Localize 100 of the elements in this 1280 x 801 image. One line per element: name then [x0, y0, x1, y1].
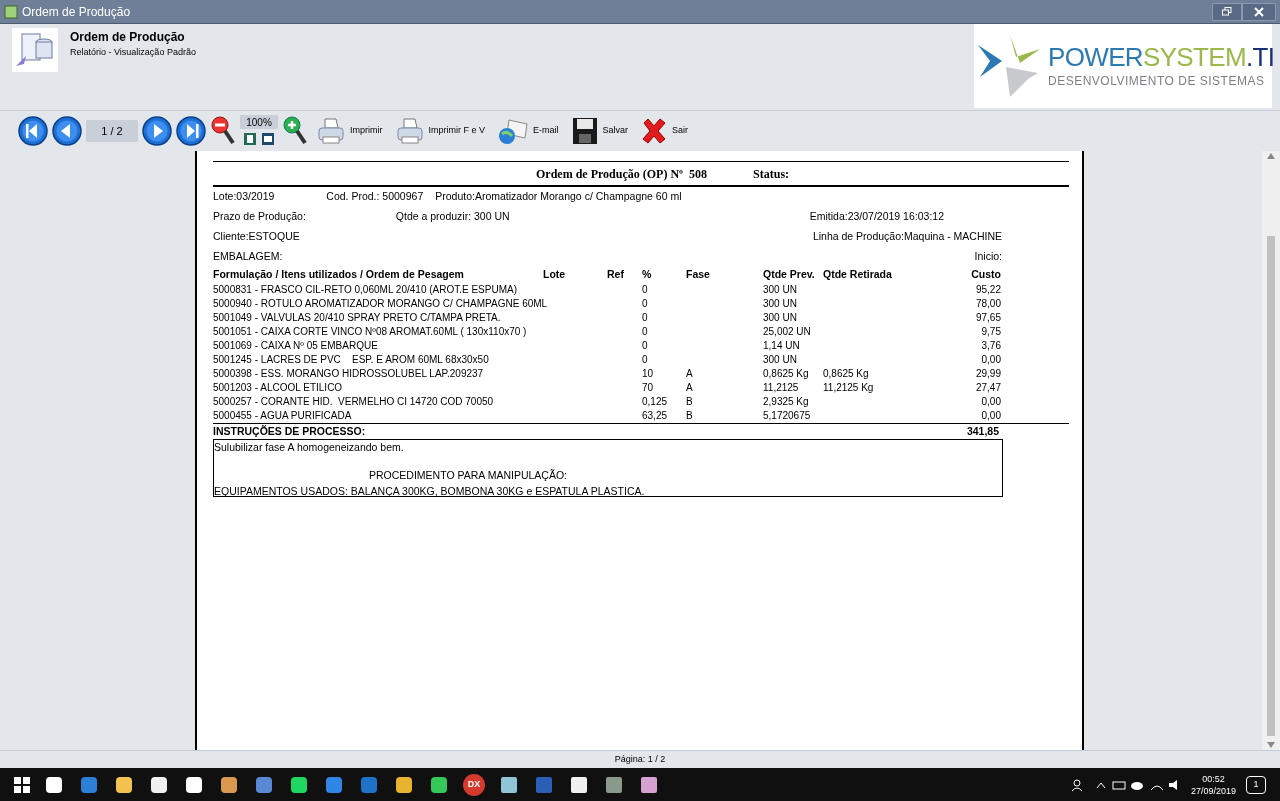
taskbar-app-icon[interactable]: DX	[463, 773, 485, 796]
header-subtitle: Relatório - Visualização Padrão	[70, 46, 196, 60]
report-database-icon	[12, 28, 58, 72]
table-cell-text: 5,1720675	[763, 409, 812, 423]
table-cell-text: 5001049 - VALVULAS 20/410 SPRAY PRETO C/TAMPA PRETA.	[213, 311, 502, 325]
toolbar-action-button[interactable]: Imprimir F e V	[390, 114, 489, 148]
previous-page-button[interactable]	[52, 116, 82, 146]
table-cell-text: 0,8625 Kg	[823, 367, 870, 381]
zoom-in-icon[interactable]	[282, 115, 308, 147]
instruction-heading: PROCEDIMENTO PARA MANIPULAÇÃO:	[369, 467, 568, 483]
restore-button[interactable]	[1212, 2, 1242, 21]
next-page-button[interactable]	[142, 116, 172, 146]
header-title: Ordem de Produção	[70, 29, 186, 47]
scroll-thumb[interactable]	[1267, 235, 1275, 736]
table-cell-text: 0	[642, 297, 649, 311]
table-cell-text: 5000398 - ESS. MORANGO HIDROSSOLUBEL LAP.209237	[213, 367, 485, 381]
report-title: Ordem de Produção (OP) Nº 508	[536, 165, 708, 183]
table-cell-text: 78,00	[974, 297, 1001, 311]
table-cell-text: 95,22	[974, 283, 1001, 297]
toolbar-action-button[interactable]: Sair	[636, 114, 693, 148]
close-icon	[1254, 6, 1264, 17]
table-cell-text: 9,75	[980, 325, 1001, 339]
report-info-text: Cliente:ESTOQUE	[213, 229, 300, 245]
table-cell-text: A	[686, 381, 694, 395]
table-cell-text: 300 UN	[763, 297, 798, 311]
table-cell-text: 70	[642, 381, 655, 395]
people-icon[interactable]	[1070, 777, 1085, 792]
table-cell-text: 97,65	[974, 311, 1001, 325]
table-cell-text: 5001203 - ALCOOL ETILICO	[213, 381, 344, 395]
report-info-text: Inicio:	[974, 249, 1002, 265]
scroll-down-icon[interactable]	[1267, 742, 1275, 748]
first-page-button[interactable]	[18, 116, 48, 146]
table-cell-text: 0	[642, 353, 649, 367]
table-cell-text: 10	[642, 367, 655, 381]
table-cell-text: A	[686, 367, 694, 381]
column-header: Lote	[543, 267, 567, 283]
fit-page-icon[interactable]	[242, 131, 258, 147]
total-cost: 341,85	[966, 423, 999, 439]
table-cell-text: 0	[642, 311, 649, 325]
table-cell-text: 3,76	[980, 339, 1001, 353]
status-text: Página: 1 / 2	[614, 752, 666, 766]
logo-tagline: DESENVOLVIMENTO DE SISTEMAS	[1048, 73, 1266, 90]
windows-start-icon[interactable]	[14, 776, 30, 793]
table-cell-text: 300 UN	[763, 353, 798, 367]
table-cell-text: 0	[642, 339, 649, 353]
table-cell-text: 0,125	[642, 395, 669, 409]
table-cell-text: 5000257 - CORANTE HID. VERMELHO CI 14720 COD 70050	[213, 395, 495, 409]
report-info-text: Prazo de Produção:	[213, 209, 306, 225]
table-cell-text: B	[686, 395, 694, 409]
instructions-label: INSTRUÇÕES DE PROCESSO:	[213, 423, 366, 439]
table-cell-text: 11,2125 Kg	[823, 381, 875, 395]
last-page-button[interactable]	[176, 116, 206, 146]
toolbar-action-button[interactable]: Imprimir	[312, 114, 387, 148]
zoom-out-icon[interactable]	[210, 115, 236, 147]
table-cell-text: 0,00	[980, 409, 1001, 423]
table-cell-text: 5001245 - LACRES DE PVC ESP. E AROM 60ML 68x30x50	[213, 353, 490, 367]
printer-icon	[316, 116, 346, 146]
column-header: Qtde Retirada	[823, 267, 893, 283]
fit-width-icon[interactable]	[260, 131, 276, 147]
table-cell-text: 5001051 - CAIXA CORTE VINCO Nº08 AROMAT.60ML ( 130x110x70 )	[213, 325, 528, 339]
clock-time[interactable]: 00:52	[1202, 772, 1225, 785]
table-cell-text: 0	[642, 283, 649, 297]
table-cell-text: 5001069 - CAIXA Nº 05 EMBARQUE	[213, 339, 379, 353]
toolbar-action-button[interactable]: Salvar	[566, 114, 633, 148]
logo-icon	[978, 35, 1040, 97]
table-cell-text: 0	[642, 325, 649, 339]
table-cell-text: 63,25	[642, 409, 669, 423]
column-header: Formulação / Itens utilizados / Ordem de Pesagem	[213, 267, 465, 283]
column-header: Ref	[607, 267, 625, 283]
table-cell-text: 25,002 UN	[763, 325, 812, 339]
table-cell-text: 300 UN	[763, 311, 798, 325]
scrollbar[interactable]	[1262, 151, 1280, 750]
table-cell-text: 29,99	[974, 367, 1001, 381]
column-header: %	[642, 267, 653, 283]
column-header: Fase	[686, 267, 711, 283]
table-cell-text: 0,00	[980, 353, 1001, 367]
instruction-text: EQUIPAMENTOS USADOS: BALANÇA 300KG, BOMBONA 30KG e ESPATULA PLASTICA.	[214, 483, 646, 499]
clock-date[interactable]: 27/09/2019	[1190, 784, 1236, 797]
column-header: Custo	[970, 267, 1001, 283]
app-icon	[4, 4, 18, 19]
logo-word: .TI	[1246, 42, 1275, 72]
zoom-level: 100%	[240, 115, 278, 129]
table-cell-text: 1,14 UN	[763, 339, 801, 353]
report-info-text: Lote:03/2019	[213, 189, 275, 205]
scroll-up-icon[interactable]	[1267, 153, 1275, 159]
table-cell-text: 0,00	[980, 395, 1001, 409]
restore-icon	[1222, 7, 1232, 16]
logo-word: POWER	[1048, 42, 1143, 72]
close-button[interactable]	[1242, 2, 1276, 21]
notification-count[interactable]: 1	[1246, 775, 1266, 794]
toolbar-action-button[interactable]: E-mail	[493, 114, 563, 148]
table-cell-text: 11,2125	[763, 381, 800, 395]
report-info-text: Qtde a produzir: 300 UN	[395, 209, 510, 225]
table-cell-text: 27,47	[974, 381, 1001, 395]
window-title: Ordem de Produção	[22, 3, 131, 21]
report-info-text: Produto:Aromatizador Morango c/ Champagne 60 ml	[435, 189, 682, 205]
report-info-text: Emitida:23/07/2019 16:03:12	[809, 209, 944, 225]
status-label: Status:	[753, 165, 790, 183]
printer-icon	[394, 116, 425, 146]
page-indicator: 1 / 2	[86, 120, 138, 142]
